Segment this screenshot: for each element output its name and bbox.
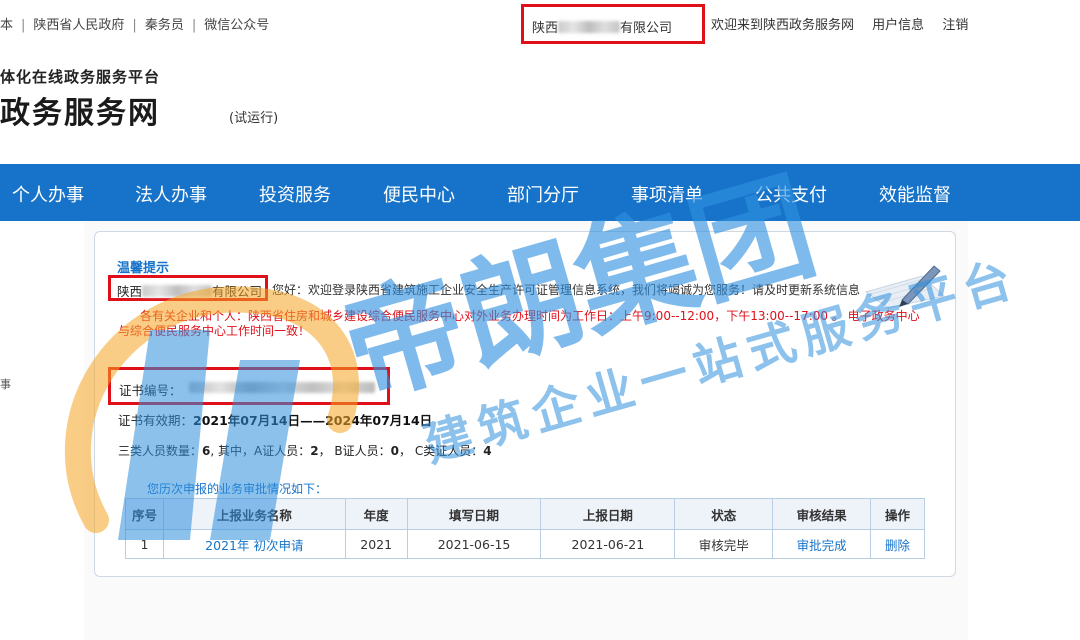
- side-menu-fragment[interactable]: 事: [0, 376, 11, 392]
- nav-item-personal[interactable]: 个人办事: [12, 181, 84, 207]
- nav-item-item-list[interactable]: 事项清单: [631, 181, 703, 207]
- approval-history-table: 序号 上报业务名称 年度 填写日期 上报日期 状态 审核结果 操作 1 2021…: [125, 498, 925, 559]
- brand-title[interactable]: 政务服务网: [0, 88, 160, 132]
- table-header-row: 序号 上报业务名称 年度 填写日期 上报日期 状态 审核结果 操作: [125, 498, 925, 530]
- separator: |: [132, 18, 137, 33]
- column-header: 审核结果: [772, 498, 872, 530]
- blurred-company-text: [558, 21, 621, 33]
- nav-item-departments[interactable]: 部门分厅: [507, 181, 579, 207]
- column-header: 序号: [125, 498, 164, 530]
- welcome-text: 欢迎来到陕西政务服务网: [711, 18, 855, 33]
- company-name: 陕西 有限公司: [117, 284, 263, 299]
- blurred-certificate-number: [189, 382, 375, 393]
- company-name-highlight: 陕西 有限公司: [108, 275, 268, 301]
- user-info-link[interactable]: 用户信息: [872, 18, 924, 33]
- delete-link[interactable]: 删除: [870, 529, 925, 559]
- top-link-government[interactable]: 陕西省人民政府: [33, 14, 124, 33]
- column-header: 年度: [344, 498, 408, 530]
- column-header: 状态: [674, 498, 774, 530]
- brand-subtitle: 体化在线政务服务平台: [0, 68, 161, 86]
- row-submit-date: 2021-06-21: [540, 529, 676, 559]
- staff-count: 三类人员数量：6, 其中，A证人员：2， B证人员：0， C类证人员：4: [118, 444, 492, 458]
- column-header: 填写日期: [406, 498, 542, 530]
- company-name-highlight: 陕西 有限公司: [521, 4, 705, 44]
- top-links: 本 | 陕西省人民政府 | 秦务员 | 微信公众号: [0, 14, 269, 33]
- tip-title: 温馨提示: [117, 261, 170, 276]
- business-name-link[interactable]: 2021年 初次申请: [162, 529, 346, 559]
- column-header: 上报业务名称: [162, 498, 346, 530]
- row-index: 1: [125, 529, 164, 559]
- column-header: 上报日期: [540, 498, 676, 530]
- top-bar: 本 | 陕西省人民政府 | 秦务员 | 微信公众号 陕西 有限公司 欢迎来到陕西政务服务网 用…: [0, 0, 1080, 44]
- row-status: 审核完毕: [674, 529, 774, 559]
- logout-link[interactable]: 注销: [942, 18, 968, 33]
- row-year: 2021: [344, 529, 408, 559]
- trial-label: (试运行): [229, 111, 279, 126]
- row-fill-date: 2021-06-15: [406, 529, 542, 559]
- top-link-qinwuyuan[interactable]: 秦务员: [145, 14, 184, 33]
- nav-item-legal-person[interactable]: 法人办事: [135, 181, 207, 207]
- pen-paper-icon: [864, 265, 946, 309]
- column-header: 操作: [870, 498, 925, 530]
- validity-dates: 2021年07月14日——2024年07月14日: [193, 413, 433, 428]
- separator: |: [191, 18, 197, 33]
- top-link-home[interactable]: 本: [0, 14, 13, 33]
- history-title: 您历次申报的业务审批情况如下：: [147, 482, 328, 496]
- nav-item-supervision[interactable]: 效能监督: [879, 181, 951, 207]
- top-link-wechat[interactable]: 微信公众号: [204, 14, 269, 33]
- certificate-number-label: 证书编号：: [119, 383, 182, 398]
- certificate-number-highlight: 证书编号：: [108, 367, 390, 405]
- nav-item-convenience[interactable]: 便民中心: [383, 181, 455, 207]
- blurred-company-text: [142, 285, 213, 297]
- nav-item-payment[interactable]: 公共支付: [755, 181, 827, 207]
- welcome-message: 您好：欢迎登录陕西省建筑施工企业安全生产许可证管理信息系统，我们将竭诚为您服务！…: [272, 283, 861, 297]
- certificate-validity: 证书有效期：2021年07月14日——2024年07月14日: [118, 413, 433, 428]
- review-result-link[interactable]: 审批完成: [772, 529, 872, 559]
- separator: |: [21, 18, 26, 33]
- table-row: 1 2021年 初次申请 2021 2021-06-15 2021-06-21 …: [125, 529, 925, 559]
- nav-item-investment[interactable]: 投资服务: [259, 181, 331, 207]
- working-hours-notice: 各有关企业和个人：陕西省住房和城乡建设综合便民服务中心对外业务办理时间为工作日：…: [118, 309, 920, 338]
- company-name: 陕西 有限公司: [532, 21, 673, 36]
- main-nav: 个人办事 法人办事 投资服务 便民中心 部门分厅 事项清单 公共支付 效能监督: [0, 164, 1080, 221]
